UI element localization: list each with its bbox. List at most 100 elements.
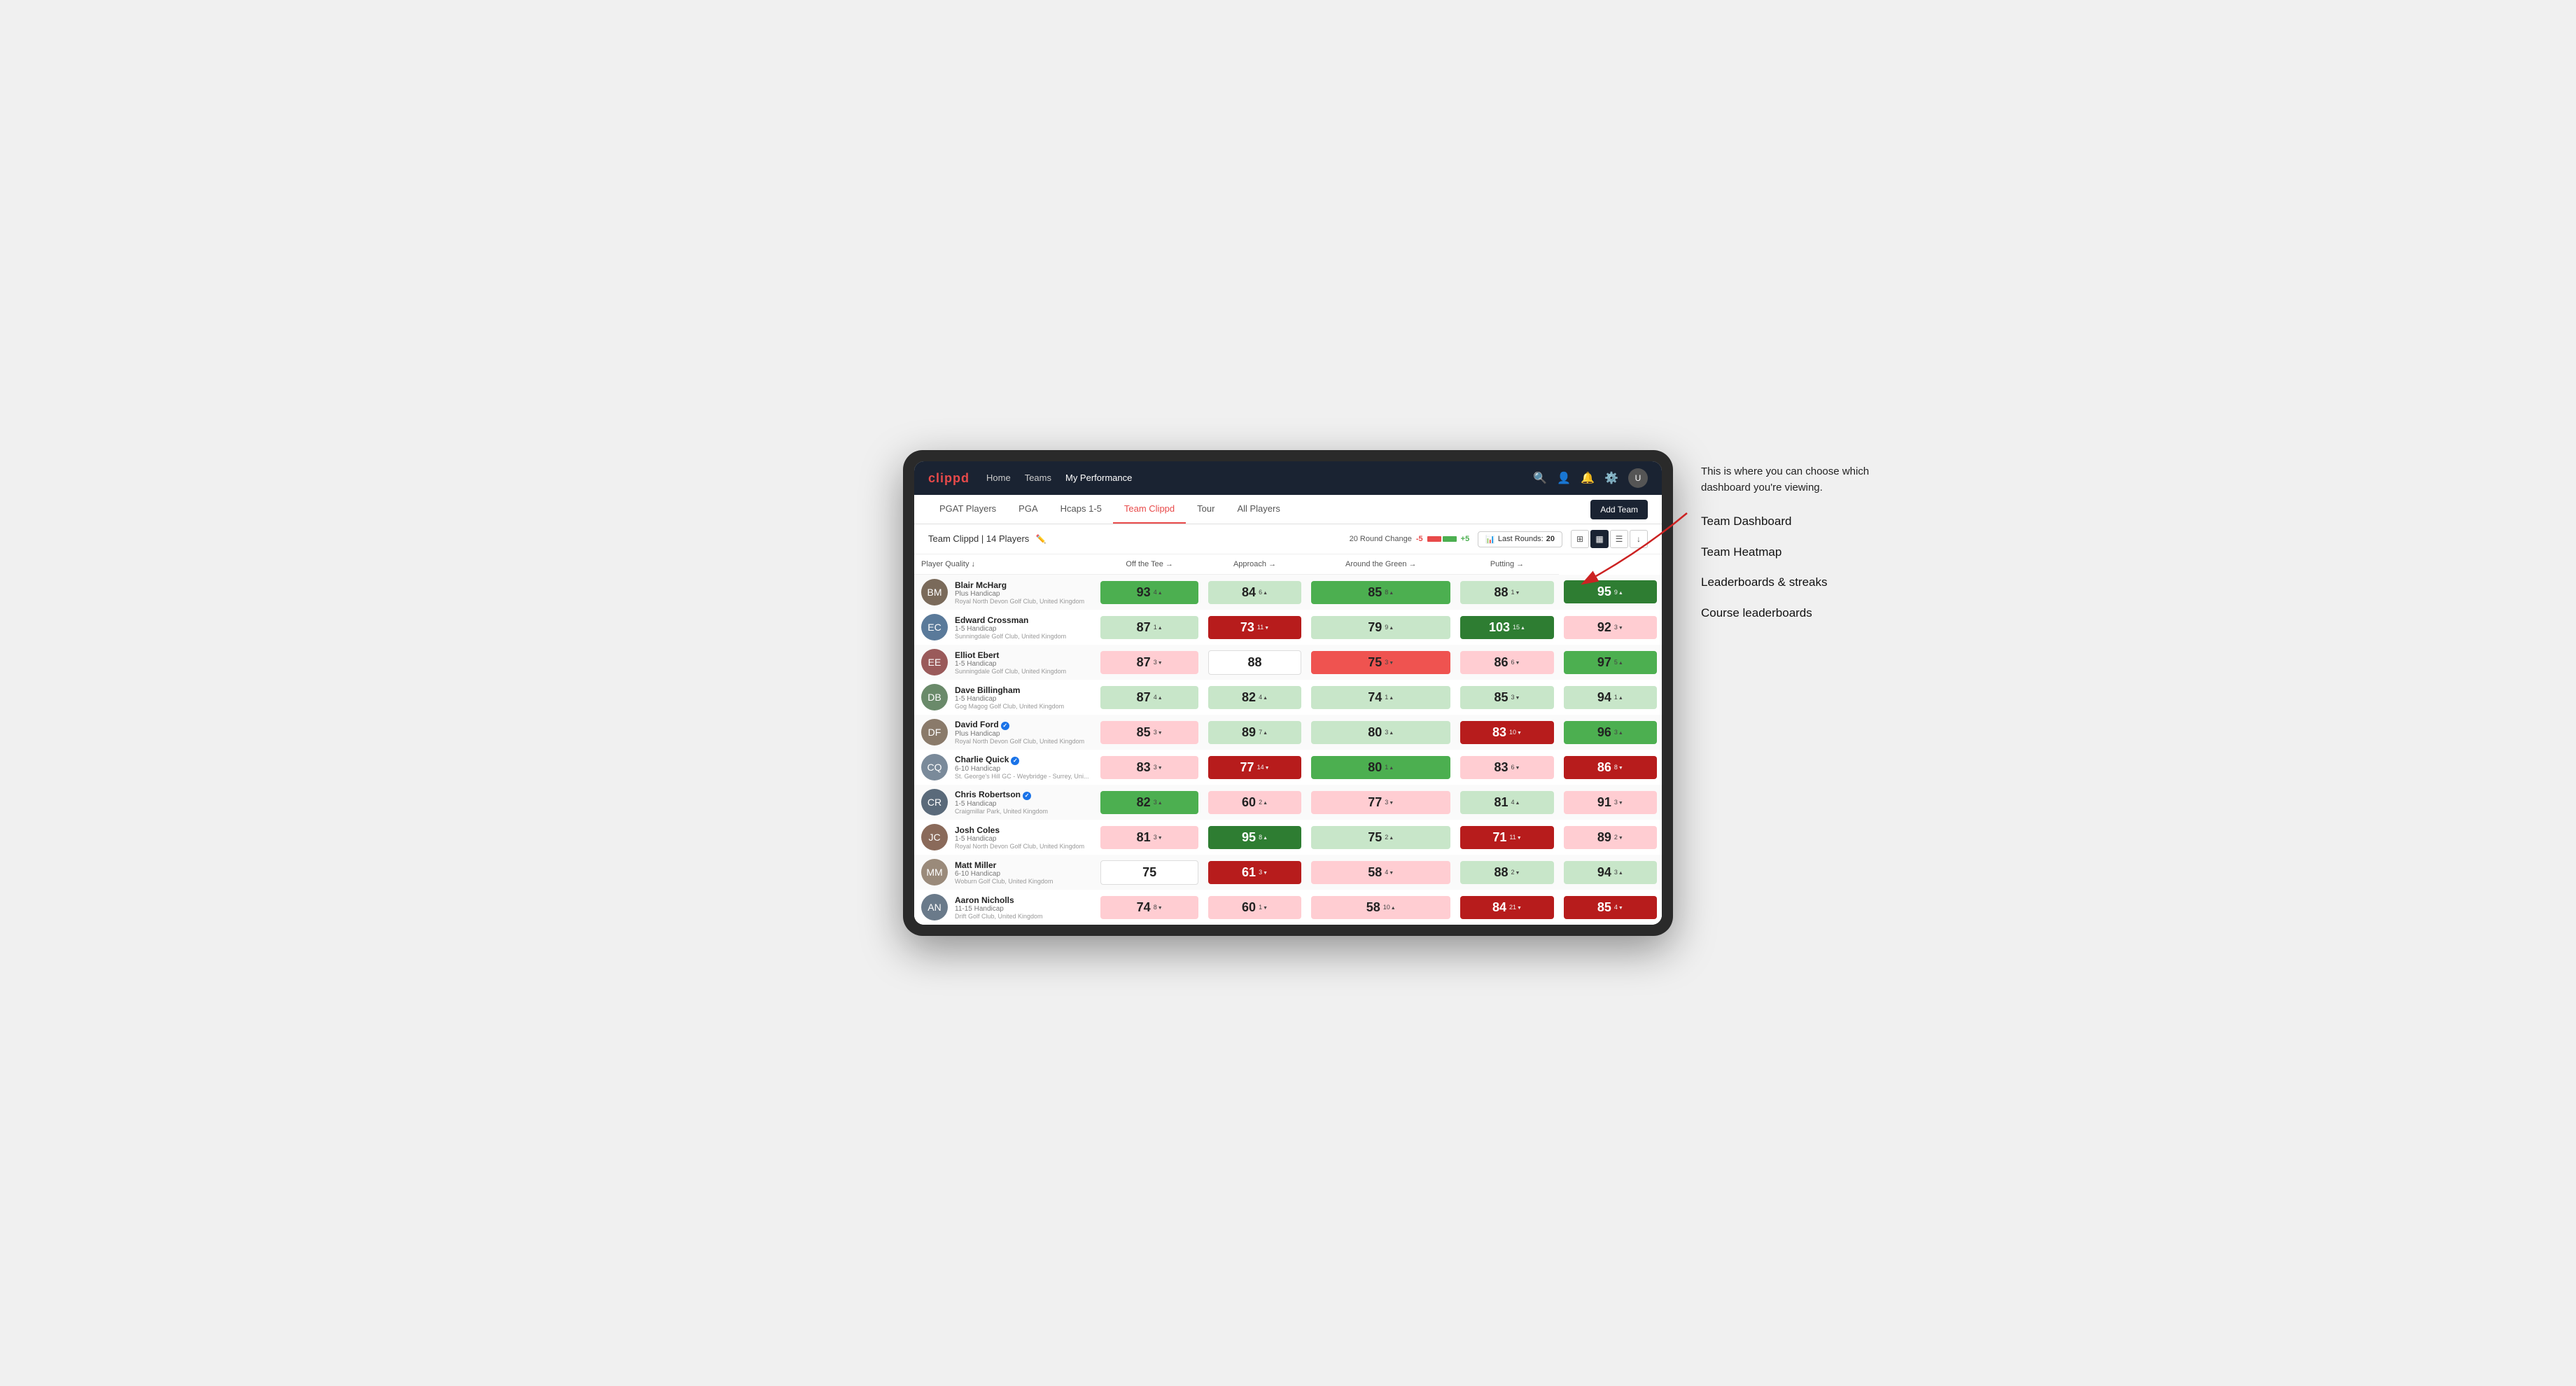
score-delta: 8 xyxy=(1385,589,1394,596)
player-name[interactable]: Matt Miller xyxy=(955,860,1088,870)
score-delta: 1 xyxy=(1511,589,1520,596)
settings-icon[interactable]: ⚙️ xyxy=(1604,471,1618,485)
score-delta: 21 xyxy=(1509,904,1522,911)
score-box[interactable]: 93 4 xyxy=(1100,581,1198,604)
score-box[interactable]: 84 6 xyxy=(1208,581,1301,604)
table-row[interactable]: DF David Ford✓ Plus Handicap Royal North… xyxy=(914,715,1662,750)
score-box[interactable]: 81 3 xyxy=(1100,826,1198,849)
score-box[interactable]: 88 1 xyxy=(1460,581,1553,604)
score-box[interactable]: 89 2 xyxy=(1564,826,1657,849)
score-box[interactable]: 86 8 xyxy=(1564,756,1657,779)
bell-icon[interactable]: 🔔 xyxy=(1581,471,1595,485)
score-box[interactable]: 83 10 xyxy=(1460,721,1553,744)
table-row[interactable]: EE Elliot Ebert 1-5 Handicap Sunningdale… xyxy=(914,645,1662,680)
table-row[interactable]: JC Josh Coles 1-5 Handicap Royal North D… xyxy=(914,820,1662,855)
score-box[interactable]: 74 8 xyxy=(1100,896,1198,919)
last-rounds-button[interactable]: 📊 Last Rounds: 20 xyxy=(1478,531,1562,547)
nav-link-myperformance[interactable]: My Performance xyxy=(1065,472,1132,483)
avatar[interactable]: U xyxy=(1628,468,1648,488)
score-delta: 3 xyxy=(1614,624,1623,631)
player-name[interactable]: Charlie Quick✓ xyxy=(955,755,1088,765)
score-box[interactable]: 88 2 xyxy=(1460,861,1553,884)
player-name[interactable]: Josh Coles xyxy=(955,825,1088,835)
score-box[interactable]: 77 14 xyxy=(1208,756,1301,779)
player-details: Elliot Ebert 1-5 Handicap Sunningdale Go… xyxy=(955,650,1088,675)
score-box[interactable]: 94 3 xyxy=(1564,861,1657,884)
nav-links: Home Teams My Performance xyxy=(986,472,1132,484)
score-box[interactable]: 79 9 xyxy=(1311,616,1450,639)
score-box[interactable]: 87 1 xyxy=(1100,616,1198,639)
nav-link-home[interactable]: Home xyxy=(986,472,1011,483)
table-row[interactable]: MM Matt Miller 6-10 Handicap Woburn Golf… xyxy=(914,855,1662,890)
score-box[interactable]: 89 7 xyxy=(1208,721,1301,744)
score-box[interactable]: 61 3 xyxy=(1208,861,1301,884)
table-row[interactable]: DB Dave Billingham 1-5 Handicap Gog Mago… xyxy=(914,680,1662,715)
score-box[interactable]: 75 3 xyxy=(1311,651,1450,674)
score-box[interactable]: 80 3 xyxy=(1311,721,1450,744)
player-name[interactable]: Chris Robertson✓ xyxy=(955,790,1088,800)
score-box[interactable]: 58 10 xyxy=(1311,896,1450,919)
player-name[interactable]: David Ford✓ xyxy=(955,720,1088,730)
score-box[interactable]: 74 1 xyxy=(1311,686,1450,709)
user-icon[interactable]: 👤 xyxy=(1557,471,1571,485)
score-box[interactable]: 80 1 xyxy=(1311,756,1450,779)
score-box[interactable]: 85 3 xyxy=(1460,686,1553,709)
score-box[interactable]: 60 2 xyxy=(1208,791,1301,814)
score-box[interactable]: 85 8 xyxy=(1311,581,1450,604)
table-row[interactable]: CR Chris Robertson✓ 1-5 Handicap Craigmi… xyxy=(914,785,1662,820)
score-box[interactable]: 84 21 xyxy=(1460,896,1553,919)
score-cell-player_quality: 87 3 xyxy=(1096,645,1203,680)
score-delta: 6 xyxy=(1511,764,1520,771)
search-icon[interactable]: 🔍 xyxy=(1533,471,1547,485)
table-row[interactable]: EC Edward Crossman 1-5 Handicap Sunningd… xyxy=(914,610,1662,645)
score-cell-approach: 80 1 xyxy=(1306,750,1455,785)
score-box[interactable]: 81 4 xyxy=(1460,791,1553,814)
score-box[interactable]: 96 3 xyxy=(1564,721,1657,744)
tab-pga[interactable]: PGA xyxy=(1007,495,1049,524)
player-cell: CR Chris Robertson✓ 1-5 Handicap Craigmi… xyxy=(914,785,1096,820)
score-box[interactable]: 60 1 xyxy=(1208,896,1301,919)
tab-pgat[interactable]: PGAT Players xyxy=(928,495,1007,524)
tab-hcaps[interactable]: Hcaps 1-5 xyxy=(1049,495,1113,524)
tab-team-clippd[interactable]: Team Clippd xyxy=(1113,495,1186,524)
nav-link-teams[interactable]: Teams xyxy=(1025,472,1051,483)
player-name[interactable]: Aaron Nicholls xyxy=(955,895,1088,905)
score-box[interactable]: 92 3 xyxy=(1564,616,1657,639)
score-box[interactable]: 86 6 xyxy=(1460,651,1553,674)
score-box[interactable]: 87 3 xyxy=(1100,651,1198,674)
edit-team-icon[interactable]: ✏️ xyxy=(1036,534,1046,544)
table-row[interactable]: AN Aaron Nicholls 11-15 Handicap Drift G… xyxy=(914,890,1662,925)
score-box[interactable]: 75 xyxy=(1100,860,1198,885)
player-name[interactable]: Blair McHarg xyxy=(955,580,1088,590)
score-box[interactable]: 88 xyxy=(1208,650,1301,675)
score-box[interactable]: 87 4 xyxy=(1100,686,1198,709)
player-name[interactable]: Elliot Ebert xyxy=(955,650,1088,660)
player-avatar: BM xyxy=(921,579,948,606)
score-box[interactable]: 103 15 xyxy=(1460,616,1553,639)
tab-all-players[interactable]: All Players xyxy=(1226,495,1291,524)
score-box[interactable]: 91 3 xyxy=(1564,791,1657,814)
player-name[interactable]: Edward Crossman xyxy=(955,615,1088,625)
score-box[interactable]: 77 3 xyxy=(1311,791,1450,814)
score-box[interactable]: 85 4 xyxy=(1564,896,1657,919)
tab-tour[interactable]: Tour xyxy=(1186,495,1226,524)
score-cell-putting: 85 4 xyxy=(1559,890,1662,925)
team-title-area: Team Clippd | 14 Players ✏️ xyxy=(928,533,1046,545)
score-box[interactable]: 97 5 xyxy=(1564,651,1657,674)
score-box[interactable]: 58 4 xyxy=(1311,861,1450,884)
score-box[interactable]: 82 3 xyxy=(1100,791,1198,814)
score-box[interactable]: 95 8 xyxy=(1208,826,1301,849)
score-box[interactable]: 75 2 xyxy=(1311,826,1450,849)
score-delta: 15 xyxy=(1513,624,1525,631)
table-row[interactable]: CQ Charlie Quick✓ 6-10 Handicap St. Geor… xyxy=(914,750,1662,785)
score-box[interactable]: 73 11 xyxy=(1208,616,1301,639)
score-box[interactable]: 85 3 xyxy=(1100,721,1198,744)
score-box[interactable]: 94 1 xyxy=(1564,686,1657,709)
player-name[interactable]: Dave Billingham xyxy=(955,685,1088,695)
score-box[interactable]: 82 4 xyxy=(1208,686,1301,709)
score-box[interactable]: 71 11 xyxy=(1460,826,1553,849)
player-avatar: DF xyxy=(921,719,948,746)
table-row[interactable]: BM Blair McHarg Plus Handicap Royal Nort… xyxy=(914,575,1662,610)
score-box[interactable]: 83 6 xyxy=(1460,756,1553,779)
score-box[interactable]: 83 3 xyxy=(1100,756,1198,779)
